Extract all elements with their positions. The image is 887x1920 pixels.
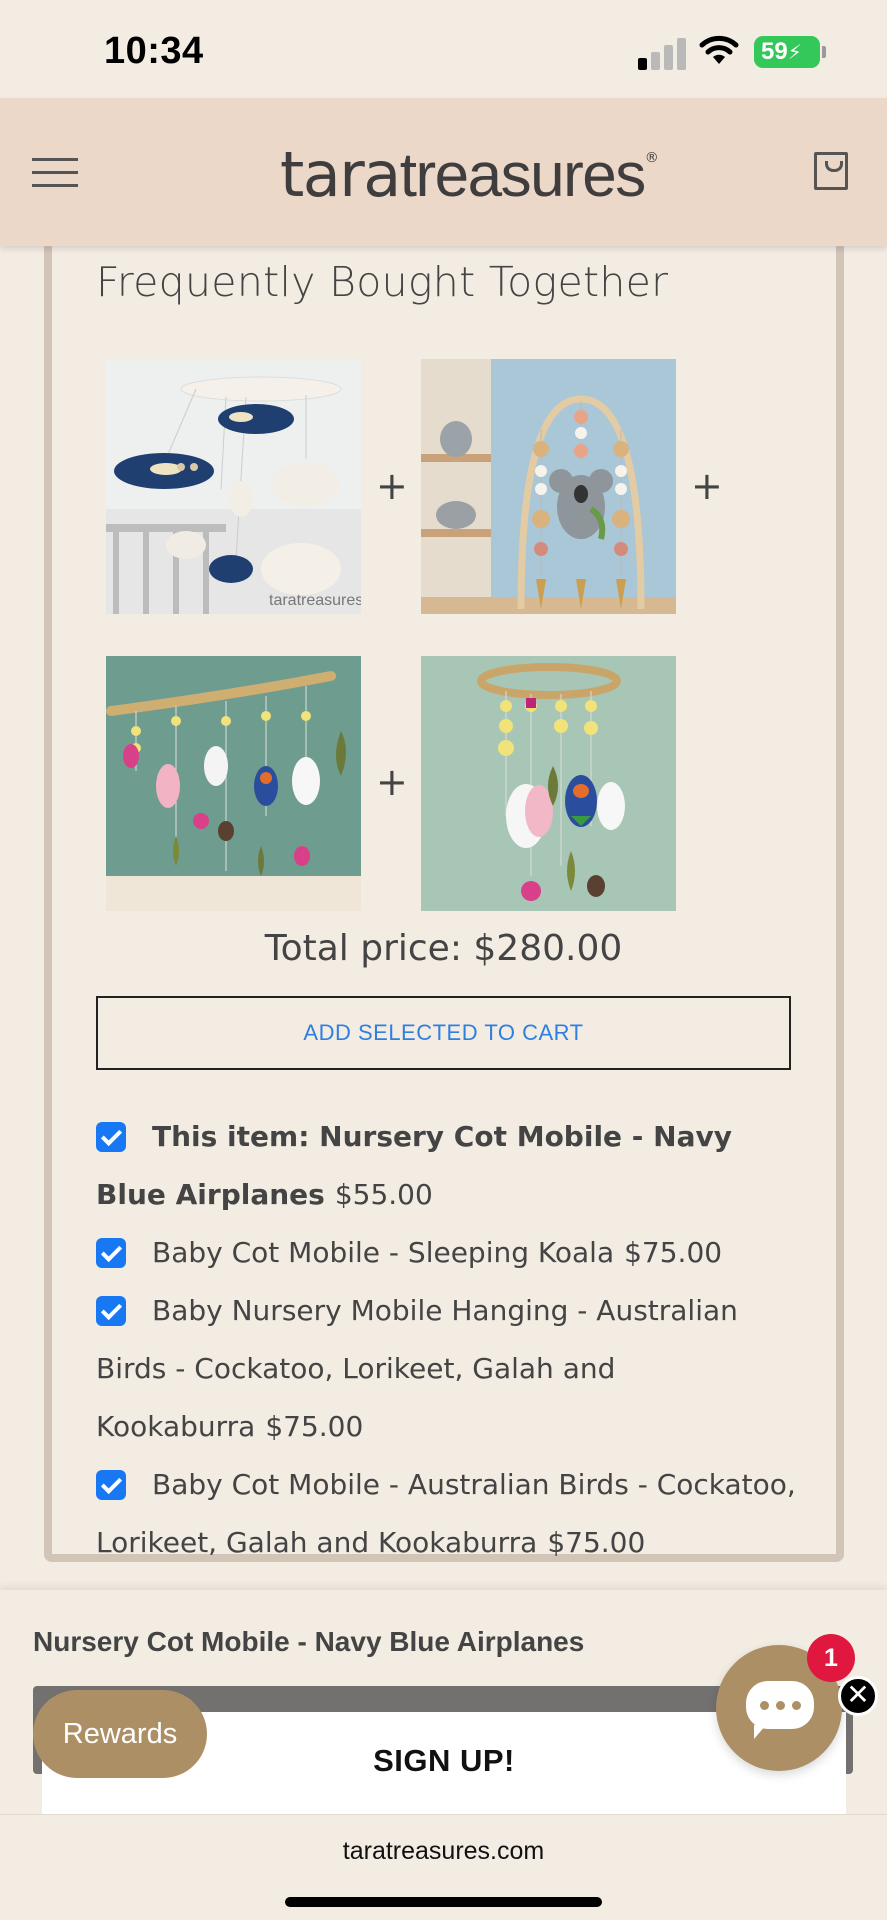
logo-light: treasures: [399, 141, 646, 210]
status-time: 10:34: [104, 30, 204, 72]
battery-level: 59: [761, 38, 788, 65]
site-logo[interactable]: taratreasures®: [280, 138, 659, 211]
item-name[interactable]: Baby Cot Mobile - Sleeping Koala: [152, 1236, 614, 1269]
bundle-item: Baby Cot Mobile - Sleeping Koala $75.00: [96, 1224, 796, 1282]
plus-icon: +: [376, 760, 408, 804]
item-price: $75.00: [547, 1526, 646, 1559]
total-price: Total price: $280.00: [264, 928, 623, 969]
add-selected-to-cart-button[interactable]: ADD SELECTED TO CART: [96, 996, 791, 1070]
battery-icon: 59⚡: [754, 36, 826, 68]
item-name[interactable]: Baby Nursery Mobile Hanging - Australian…: [96, 1294, 738, 1443]
site-header: taratreasures®: [0, 98, 887, 246]
close-chat-icon[interactable]: ✕: [838, 1676, 878, 1716]
chat-unread-badge: 1: [807, 1634, 855, 1682]
item-name[interactable]: Baby Cot Mobile - Australian Birds - Coc…: [96, 1468, 796, 1559]
plus-icon: +: [691, 464, 723, 508]
plus-icon: +: [376, 464, 408, 508]
shopping-bag-icon[interactable]: [814, 152, 848, 190]
bundle-item: Baby Nursery Mobile Hanging - Australian…: [96, 1282, 796, 1456]
item-prefix: This item:: [152, 1120, 320, 1153]
rewards-button[interactable]: Rewards: [33, 1690, 207, 1778]
product-image-airplanes[interactable]: taratreasures: [106, 359, 361, 614]
logo-bold: tara: [280, 138, 401, 211]
logo-mark: ®: [644, 150, 659, 166]
wifi-icon: [699, 35, 739, 64]
item-checkbox[interactable]: [96, 1470, 126, 1500]
item-price: $75.00: [624, 1236, 723, 1269]
image-watermark: taratreasures: [269, 592, 361, 609]
item-price: $75.00: [265, 1410, 364, 1443]
bundle-item: This item: Nursery Cot Mobile - Navy Blu…: [96, 1108, 796, 1224]
section-title: Frequently Bought Together: [96, 258, 669, 306]
chat-bubble-icon: [746, 1681, 814, 1739]
item-checkbox[interactable]: [96, 1122, 126, 1152]
url-text[interactable]: taratreasures.com: [0, 1837, 887, 1866]
item-checkbox[interactable]: [96, 1296, 126, 1326]
product-image-birds-ring[interactable]: [421, 656, 676, 911]
sticky-product-title: Nursery Cot Mobile - Navy Blue Airplanes: [33, 1626, 585, 1657]
cellular-signal-icon: [638, 36, 686, 70]
product-image-koala[interactable]: [421, 359, 676, 614]
status-bar: 10:34 59⚡: [0, 0, 887, 98]
item-checkbox[interactable]: [96, 1238, 126, 1268]
product-image-birds-branch[interactable]: [106, 656, 361, 911]
home-indicator[interactable]: [285, 1897, 602, 1907]
bundle-item: Baby Cot Mobile - Australian Birds - Coc…: [96, 1456, 796, 1572]
browser-url-bar: taratreasures.com: [0, 1814, 887, 1920]
item-price: $55.00: [334, 1178, 433, 1211]
bundle-item-list: This item: Nursery Cot Mobile - Navy Blu…: [96, 1108, 796, 1572]
hamburger-menu-icon[interactable]: [32, 158, 78, 188]
